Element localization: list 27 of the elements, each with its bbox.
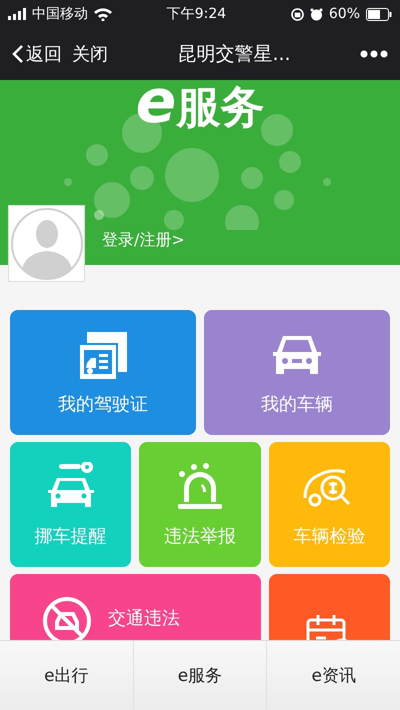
service-tile[interactable]: 我的驾驶证	[10, 310, 196, 435]
alarm-clock-icon	[310, 8, 323, 20]
battery-icon	[366, 8, 392, 20]
service-tile[interactable]: 交通违法	[10, 574, 261, 640]
tab-bar-item[interactable]: e出行	[0, 641, 134, 710]
back-button[interactable]: 返回	[12, 42, 62, 66]
tab-bar-item[interactable]: e服务	[134, 641, 268, 710]
logo-text: 服务	[176, 84, 264, 132]
license-card-icon	[77, 330, 129, 382]
service-tile[interactable]: 我的车辆	[204, 310, 390, 435]
page-title: 昆明交警星...	[176, 42, 292, 67]
wifi-icon	[94, 8, 112, 20]
service-tile[interactable]: 违法举报	[139, 442, 261, 567]
no-car-icon	[42, 596, 92, 640]
more-icon[interactable]	[360, 50, 388, 58]
tab-bar-item[interactable]: e资讯	[267, 641, 400, 710]
close-button[interactable]: 关闭	[72, 42, 108, 66]
logo-letter: e	[136, 80, 176, 132]
status-time: 下午9:24	[166, 5, 228, 23]
carrier-name: 中国移动	[32, 5, 88, 23]
rotation-lock-icon	[290, 8, 304, 20]
signal-icon	[8, 8, 26, 20]
person-silhouette-icon	[10, 206, 84, 280]
login-link[interactable]: 登录/注册>	[102, 230, 185, 251]
service-tile[interactable]: 挪车提醒	[10, 442, 132, 567]
back-chevron-icon	[12, 44, 24, 64]
battery-percent: 60%	[328, 6, 360, 22]
